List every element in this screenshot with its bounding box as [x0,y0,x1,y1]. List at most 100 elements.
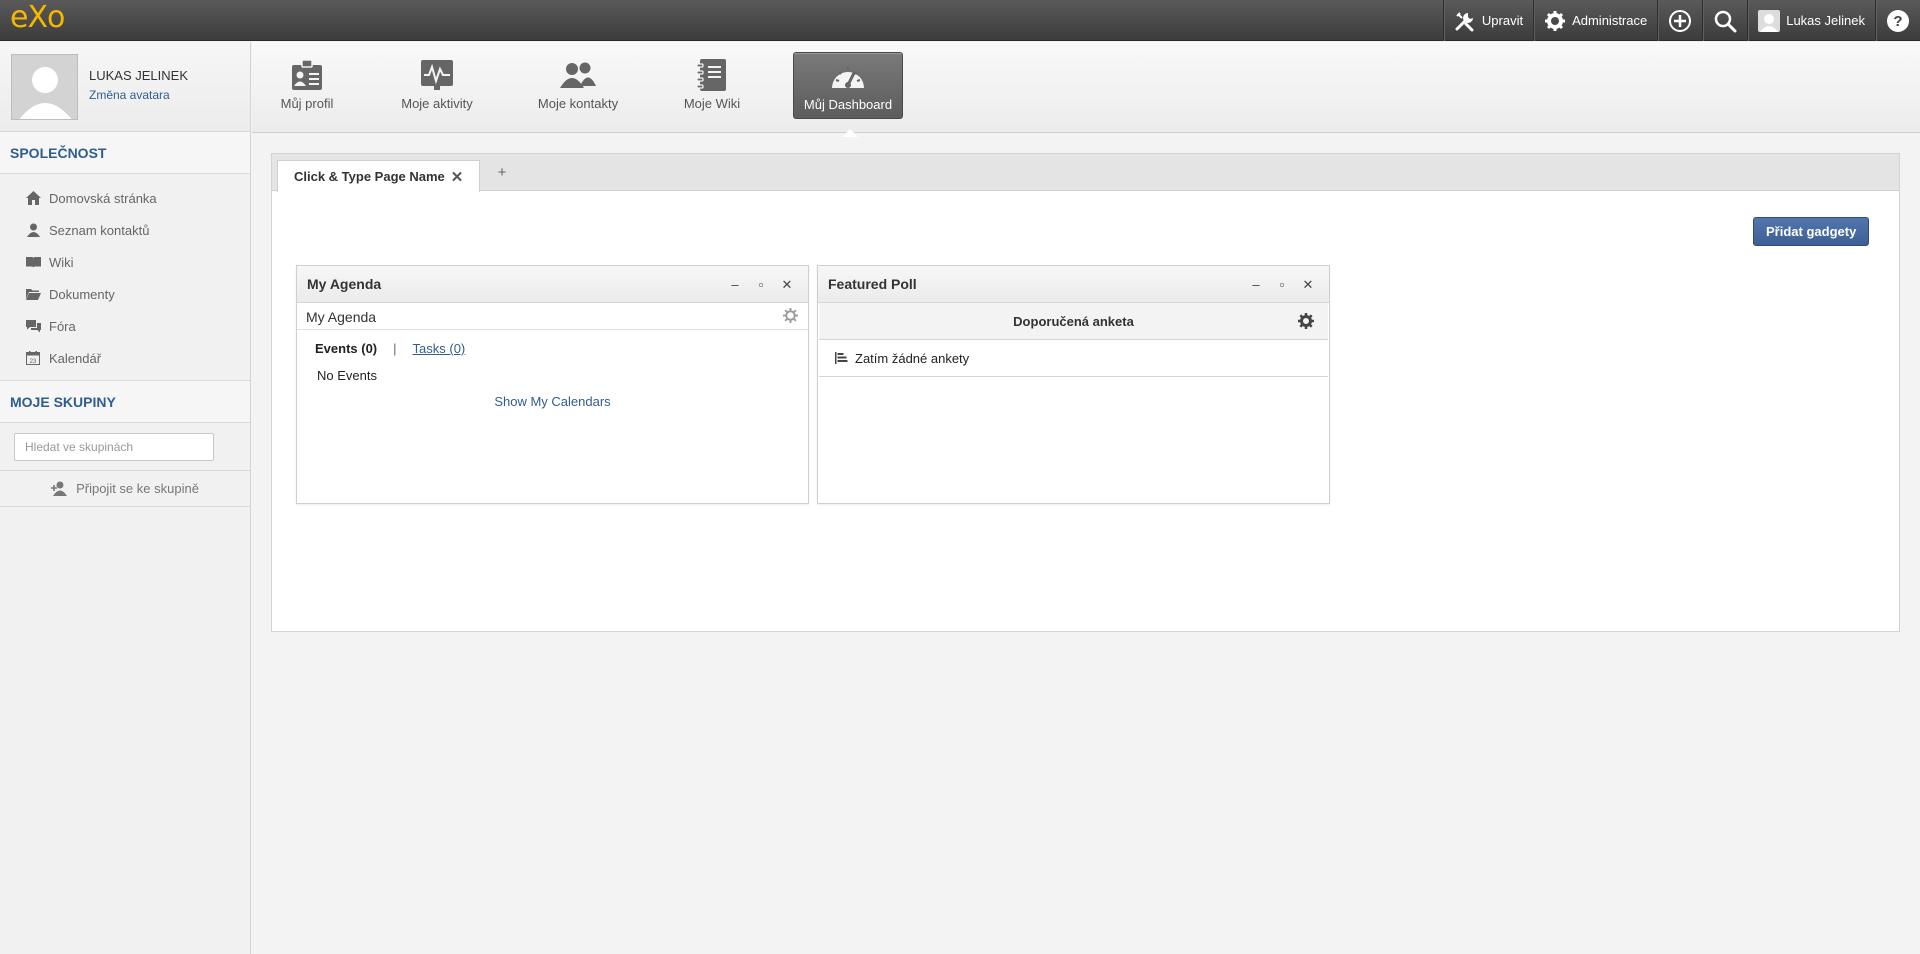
avatar[interactable] [11,54,78,120]
wiki-icon [657,52,767,92]
edit-label: Upravit [1481,13,1524,28]
no-events-text: No Events [317,368,377,383]
sidebar-item-home[interactable]: Domovská stránka [0,182,250,214]
search-button[interactable] [1702,0,1747,41]
tab-label[interactable]: Click & Type Page Name [294,169,445,184]
dashboard-tab-bar: Click & Type Page Name ✕ + [272,154,1899,192]
activity-icon [382,52,492,92]
active-app-pointer [842,129,858,137]
app-label: Můj Dashboard [803,97,893,112]
poll-gadget: Featured Poll – ▫ ✕ Doporučená anketa Za… [817,265,1330,504]
no-polls-text: Zatím žádné ankety [855,351,970,366]
user-name: Lukas Jelinek [1786,13,1865,28]
app-label: Moje kontakty [537,96,619,111]
calendar-icon: 23 [25,350,41,366]
agenda-gadget: My Agenda – ▫ ✕ My Agenda Events (0) | T… [296,265,809,504]
sidebar-item-label: Domovská stránka [49,190,157,206]
chat-icon [25,318,41,334]
gear-icon[interactable] [1298,313,1314,332]
contacts-icon [523,52,633,92]
maximize-icon[interactable]: ▫ [1269,277,1295,293]
user-menu-button[interactable]: Lukas Jelinek [1747,0,1875,41]
gadget-header: My Agenda – ▫ ✕ [297,266,808,303]
search-icon [1713,9,1737,33]
profile-user-name[interactable]: LUKAS JELINEK [89,68,188,83]
add-gadgets-button[interactable]: Přidat gadgety [1753,217,1870,246]
add-tab-button[interactable]: + [491,162,513,184]
dashboard-container: Click & Type Page Name ✕ + Přidat gadget… [271,153,1900,632]
poll-header: Doporučená anketa [819,303,1328,340]
left-sidebar: LUKAS JELINEK Změna avatara SPOLEČNOST D… [0,42,251,954]
app-my-contacts[interactable]: Moje kontakty [523,52,633,119]
app-my-dashboard[interactable]: Můj Dashboard [793,52,903,119]
top-navigation-bar: eXo Upravit Administrace Lukas Jelinek ? [0,0,1920,41]
dashboard-icon [794,53,902,93]
add-user-icon [51,481,68,496]
administration-menu-button[interactable]: Administrace [1533,0,1657,41]
tab-dashboard-page[interactable]: Click & Type Page Name ✕ [277,160,481,192]
poll-header-title: Doporučená anketa [1013,314,1134,329]
gear-icon[interactable] [783,308,798,326]
help-button[interactable]: ? [1875,0,1920,41]
company-section-title: SPOLEČNOST [0,132,250,174]
close-icon[interactable]: ✕ [774,277,800,293]
gadget-controls: – ▫ ✕ [1243,277,1321,293]
gadget-controls: – ▫ ✕ [722,277,800,293]
events-tab[interactable]: Events (0) [315,341,377,356]
sidebar-item-label: Fóra [49,318,76,334]
minimize-icon[interactable]: – [1243,277,1269,293]
app-label: Moje Wiki [683,96,741,111]
top-bar-actions: Upravit Administrace Lukas Jelinek ? [1442,0,1920,41]
sidebar-item-wiki[interactable]: Wiki [0,246,250,278]
administration-label: Administrace [1572,13,1648,28]
groups-search-input[interactable] [14,433,214,461]
my-groups-section-title: MOJE SKUPINY [0,381,250,423]
sidebar-item-calendar[interactable]: 23 Kalendář [0,342,250,374]
sidebar-item-contacts[interactable]: Seznam kontaktů [0,214,250,246]
app-toolbar: Můj profil Moje aktivity Moje kontakty M… [252,42,1920,133]
close-icon[interactable]: ✕ [1295,277,1321,293]
gadget-title: Featured Poll [828,276,917,292]
app-label: Můj profil [280,96,334,111]
gear-icon [1544,10,1566,32]
join-group-label: Připojit se ke skupině [76,481,199,496]
join-group-button[interactable]: Připojit se ke skupině [0,471,250,507]
gadget-header: Featured Poll – ▫ ✕ [818,266,1329,303]
sidebar-item-label: Wiki [49,254,74,270]
sidebar-item-label: Dokumenty [49,286,115,302]
folder-icon [25,286,41,302]
agenda-subtitle: My Agenda [306,309,377,325]
add-button[interactable] [1657,0,1702,41]
sidebar-item-label: Seznam kontaktů [49,222,150,238]
sidebar-item-forums[interactable]: Fóra [0,310,250,342]
tools-icon [1454,10,1476,32]
plus-circle-icon [1668,9,1692,33]
user-icon [25,222,41,238]
tasks-tab[interactable]: Tasks (0) [413,341,466,356]
profile-icon [252,52,362,92]
groups-search-box [0,423,250,471]
gadget-title: My Agenda [307,276,382,292]
app-my-activities[interactable]: Moje aktivity [382,52,492,119]
exo-logo[interactable]: eXo [10,0,65,41]
edit-menu-button[interactable]: Upravit [1442,0,1533,41]
app-label: Moje aktivity [401,96,473,111]
change-avatar-link[interactable]: Změna avatara [89,88,170,102]
company-navigation: Domovská stránka Seznam kontaktů Wiki Do… [0,174,250,381]
poll-chart-icon [835,352,848,367]
close-tab-icon[interactable]: ✕ [451,168,464,186]
poll-empty-row: Zatím žádné ankety [819,340,1328,377]
sidebar-item-documents[interactable]: Dokumenty [0,278,250,310]
profile-box: LUKAS JELINEK Změna avatara [0,42,250,132]
minimize-icon[interactable]: – [722,277,748,293]
book-icon [25,254,41,270]
app-my-profile[interactable]: Můj profil [252,52,362,119]
agenda-subheader: My Agenda [297,303,808,330]
show-calendars-link[interactable]: Show My Calendars [297,394,808,409]
app-my-wiki[interactable]: Moje Wiki [657,52,767,119]
svg-text:23: 23 [30,359,37,365]
maximize-icon[interactable]: ▫ [748,277,774,293]
help-icon: ? [1886,9,1910,33]
home-icon [25,190,41,206]
svg-text:?: ? [1893,13,1902,30]
